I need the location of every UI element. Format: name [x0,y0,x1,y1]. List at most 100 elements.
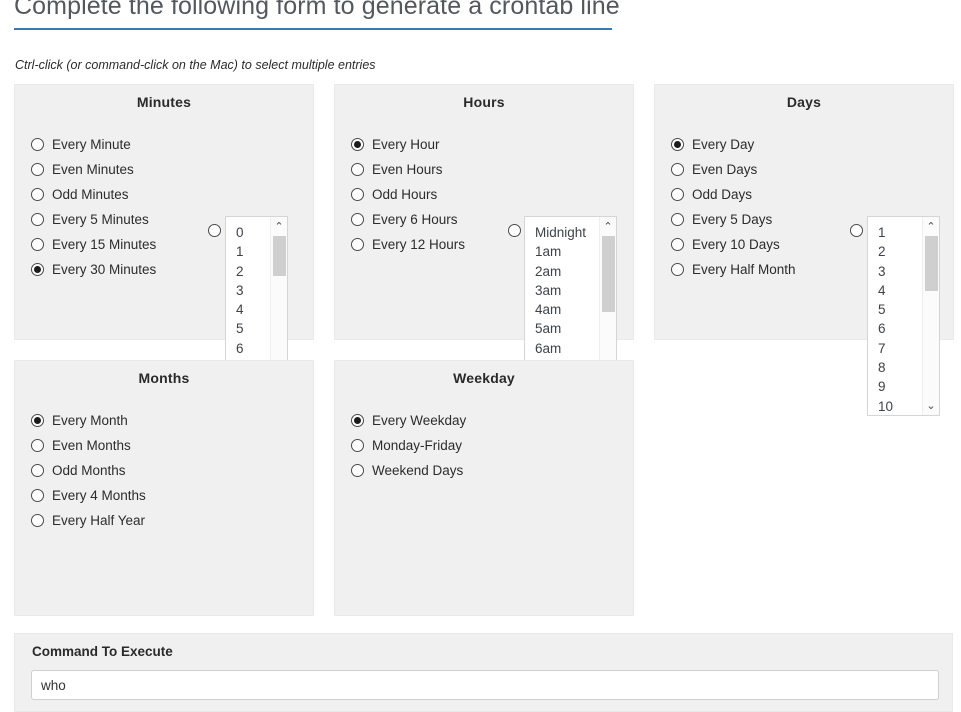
radio-icon[interactable] [351,163,364,176]
radio-option-every-hour[interactable]: Every Hour [351,132,465,157]
radio-icon[interactable] [31,263,44,276]
listbox-items[interactable]: 1 2 3 4 5 6 7 8 9 10 [868,217,922,415]
radio-icon[interactable] [351,464,364,477]
scroll-down-icon[interactable]: ⌄ [923,398,939,413]
radio-option-every-10-days[interactable]: Every 10 Days [671,232,796,257]
list-item[interactable]: 5 [878,300,922,319]
radio-icon[interactable] [31,514,44,527]
radio-icon[interactable] [351,439,364,452]
radio-icon[interactable] [351,138,364,151]
panel-months: Months Every Month Even Months Odd Month… [14,360,314,616]
list-item[interactable]: 1am [535,242,599,261]
list-item[interactable]: 9 [878,377,922,396]
list-item[interactable]: 5 [236,319,270,338]
radio-icon[interactable] [31,213,44,226]
list-item[interactable]: 4 [878,281,922,300]
radio-icon[interactable] [671,188,684,201]
radio-icon[interactable] [671,163,684,176]
radio-option-every-30-minutes[interactable]: Every 30 Minutes [31,257,156,282]
radio-option-every-4-months[interactable]: Every 4 Months [31,483,146,508]
radio-label: Every 12 Hours [372,237,466,252]
list-item[interactable]: 1 [236,242,270,261]
listbox-scrollbar[interactable]: ⌃ ⌄ [922,217,939,415]
list-item[interactable]: 4 [236,300,270,319]
radio-label: Weekend Days [372,463,464,478]
radio-option-even-days[interactable]: Even Days [671,157,796,182]
list-item[interactable]: 2am [535,262,599,281]
scrollbar-thumb[interactable] [273,236,286,276]
radio-option-every-weekday[interactable]: Every Weekday [351,408,466,433]
list-item[interactable]: 5am [535,319,599,338]
radio-option-every-6-hours[interactable]: Every 6 Hours [351,207,465,232]
scrollbar-thumb[interactable] [925,236,938,291]
radio-label: Every Day [692,137,755,152]
scroll-up-icon[interactable]: ⌃ [600,219,616,234]
radio-label: Every 10 Days [692,237,780,252]
command-input[interactable] [31,670,939,700]
list-item[interactable]: Midnight [535,223,599,242]
radio-option-every-5-days[interactable]: Every 5 Days [671,207,796,232]
scroll-up-icon[interactable]: ⌃ [271,219,287,234]
radio-option-odd-hours[interactable]: Odd Hours [351,182,465,207]
radio-icon[interactable] [31,439,44,452]
radio-icon[interactable] [31,414,44,427]
list-item[interactable]: 2 [236,262,270,281]
radio-icon[interactable] [31,138,44,151]
radio-option-every-half-year[interactable]: Every Half Year [31,508,146,533]
radio-icon[interactable] [671,238,684,251]
months-radio-group: Every Month Even Months Odd Months Every… [31,408,146,533]
list-item[interactable]: 10 [878,397,922,415]
radio-option-every-month[interactable]: Every Month [31,408,146,433]
radio-option-weekend-days[interactable]: Weekend Days [351,458,466,483]
minutes-list-radio[interactable] [208,224,221,237]
radio-option-even-months[interactable]: Even Months [31,433,146,458]
radio-icon[interactable] [351,238,364,251]
list-item[interactable]: 1 [878,223,922,242]
radio-option-every-5-minutes[interactable]: Every 5 Minutes [31,207,156,232]
radio-option-monday-friday[interactable]: Monday-Friday [351,433,466,458]
scroll-up-icon[interactable]: ⌃ [923,219,939,234]
radio-option-every-day[interactable]: Every Day [671,132,796,157]
list-item[interactable]: 6 [878,319,922,338]
panel-title-months: Months [138,370,190,386]
radio-option-every-half-month[interactable]: Every Half Month [671,257,796,282]
list-item[interactable]: 3am [535,281,599,300]
list-item[interactable]: 0 [236,223,270,242]
radio-icon[interactable] [671,138,684,151]
days-list-radio[interactable] [850,224,863,237]
list-item[interactable]: 6am [535,339,599,358]
radio-icon[interactable] [31,163,44,176]
radio-icon[interactable] [351,213,364,226]
radio-option-even-minutes[interactable]: Even Minutes [31,157,156,182]
scrollbar-thumb[interactable] [602,236,615,312]
list-item[interactable]: 3 [878,262,922,281]
list-item[interactable]: 3 [236,281,270,300]
list-item[interactable]: 8 [878,358,922,377]
radio-option-every-minute[interactable]: Every Minute [31,132,156,157]
panel-hours: Hours Every Hour Even Hours Odd Hours Ev… [334,84,634,416]
radio-option-even-hours[interactable]: Even Hours [351,157,465,182]
radio-option-odd-minutes[interactable]: Odd Minutes [31,182,156,207]
list-item[interactable]: 7 [878,339,922,358]
radio-label: Every Minute [52,137,131,152]
radio-icon[interactable] [351,414,364,427]
weekday-radio-group: Every Weekday Monday-Friday Weekend Days [351,408,466,483]
hours-list-radio[interactable] [508,224,521,237]
radio-icon[interactable] [671,263,684,276]
radio-option-odd-months[interactable]: Odd Months [31,458,146,483]
days-listbox[interactable]: 1 2 3 4 5 6 7 8 9 10 ⌃ ⌄ [867,216,940,416]
list-item[interactable]: 4am [535,300,599,319]
list-item[interactable]: 2 [878,242,922,261]
radio-option-every-15-minutes[interactable]: Every 15 Minutes [31,232,156,257]
radio-option-every-12-hours[interactable]: Every 12 Hours [351,232,465,257]
radio-label: Odd Months [52,463,126,478]
radio-option-odd-days[interactable]: Odd Days [671,182,796,207]
list-item[interactable]: 6 [236,339,270,358]
radio-icon[interactable] [351,188,364,201]
radio-icon[interactable] [31,464,44,477]
radio-icon[interactable] [31,188,44,201]
radio-icon[interactable] [31,489,44,502]
radio-label: Odd Days [692,187,753,202]
radio-icon[interactable] [31,238,44,251]
radio-icon[interactable] [671,213,684,226]
